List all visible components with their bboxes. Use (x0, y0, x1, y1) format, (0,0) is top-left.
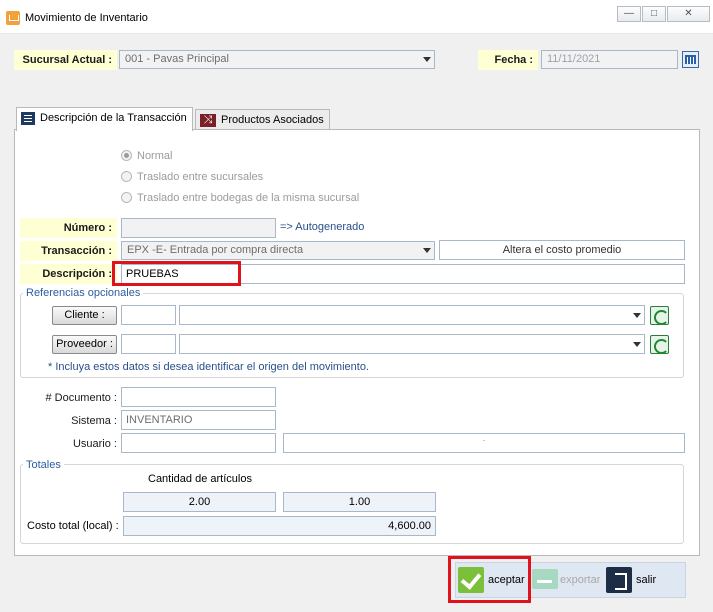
cantidad-field-2: 1.00 (283, 492, 436, 512)
exportar-label: exportar (560, 574, 601, 586)
window-title: Movimiento de Inventario (25, 12, 148, 24)
radio-traslado-sucursales-label: Traslado entre sucursales (137, 171, 264, 183)
cantidad-label: Cantidad de artículos (148, 473, 252, 485)
cart-icon (6, 11, 20, 25)
fecha-label: Fecha : (478, 50, 538, 70)
salir-button[interactable]: salir (605, 563, 675, 597)
proveedor-refresh-icon[interactable] (650, 335, 669, 354)
altera-costo-field: Altera el costo promedio (439, 240, 685, 260)
proveedor-code-input[interactable] (121, 334, 176, 354)
fecha-field[interactable]: 11/11/2021 (541, 50, 678, 69)
tab-productos[interactable]: ⤨ Productos Asociados (195, 109, 330, 130)
sistema-label: Sistema : (71, 415, 117, 427)
proveedor-button[interactable]: Proveedor : (52, 335, 117, 354)
title-bar: Movimiento de Inventario — □ ✕ (0, 0, 713, 34)
maximize-button[interactable]: □ (642, 6, 666, 22)
cliente-code-input[interactable] (121, 305, 176, 325)
sistema-field: INVENTARIO (121, 410, 276, 430)
referencias-title: Referencias opcionales (23, 287, 144, 299)
usuario-input[interactable] (121, 433, 276, 453)
shuffle-icon: ⤨ (200, 113, 216, 127)
minimize-button[interactable]: — (617, 6, 641, 22)
tab-productos-label: Productos Asociados (221, 114, 324, 126)
sucursal-select[interactable]: 001 - Pavas Principal (119, 50, 435, 69)
radio-traslado-bodegas[interactable]: Traslado entre bodegas de la misma sucur… (121, 192, 359, 204)
transaccion-select[interactable]: EPX -E- Entrada por compra directa (121, 241, 435, 260)
radio-normal-label: Normal (137, 150, 173, 162)
caret-down-icon (633, 342, 641, 347)
salir-label: salir (636, 574, 657, 586)
radio-traslado-sucursales[interactable]: Traslado entre sucursales (121, 171, 263, 183)
sucursal-label: Sucursal Actual : (14, 50, 117, 70)
numero-label: Número : (20, 218, 117, 238)
numero-field[interactable] (121, 218, 276, 238)
radio-indicator (121, 192, 132, 203)
usuario-label: Usuario : (72, 438, 117, 450)
proveedor-select[interactable] (179, 334, 645, 354)
radio-indicator (121, 150, 132, 161)
caret-down-icon (633, 313, 641, 318)
calendar-icon[interactable] (682, 51, 699, 68)
sucursal-value: 001 - Pavas Principal (125, 53, 229, 65)
transaccion-label: Transacción : (20, 241, 117, 261)
exit-icon (606, 567, 632, 593)
aceptar-highlight (448, 556, 531, 603)
tab-descripcion[interactable]: Descripción de la Transacción (16, 107, 193, 131)
cliente-refresh-icon[interactable] (650, 306, 669, 325)
cliente-button[interactable]: Cliente : (52, 306, 117, 325)
documento-label: # Documento : (45, 392, 117, 404)
costo-label: Costo total (local) : (27, 520, 119, 532)
chevron-down-icon (423, 248, 431, 253)
radio-traslado-bodegas-label: Traslado entre bodegas de la misma sucur… (137, 192, 360, 204)
descripcion-label: Descripción : (20, 264, 117, 284)
transaccion-value: EPX -E- Entrada por compra directa (127, 244, 304, 256)
radio-indicator (121, 171, 132, 182)
cantidad-field-1: 2.00 (123, 492, 276, 512)
cliente-select[interactable] (179, 305, 645, 325)
tab-descripcion-label: Descripción de la Transacción (40, 112, 187, 124)
costo-total-field: 4,600.00 (123, 516, 436, 536)
descripcion-highlight (112, 261, 241, 286)
list-icon (21, 111, 35, 125)
exportar-button[interactable]: exportar (531, 563, 603, 597)
documento-input[interactable] (121, 387, 276, 407)
referencias-note: * Incluya estos datos si desea identific… (48, 361, 370, 373)
totales-title: Totales (23, 459, 64, 471)
export-icon (532, 569, 558, 589)
autogenerado-text: => Autogenerado (280, 221, 365, 233)
usuario-name-field: . (283, 433, 685, 453)
radio-normal[interactable]: Normal (121, 150, 172, 162)
chevron-down-icon (423, 57, 431, 62)
close-button[interactable]: ✕ (667, 6, 710, 22)
